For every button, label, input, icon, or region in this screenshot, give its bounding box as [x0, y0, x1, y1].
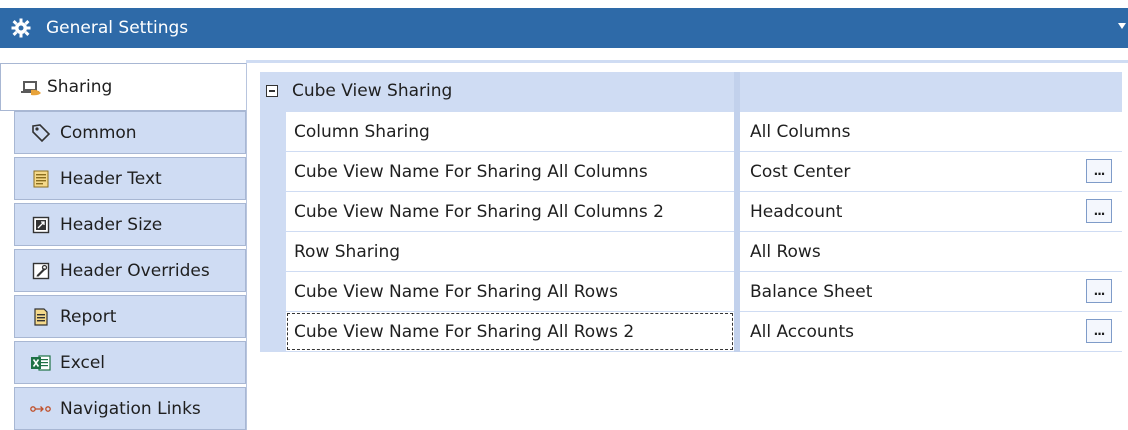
property-row[interactable]: Cube View Name For Sharing All Columns C…: [286, 152, 1122, 192]
sidebar-item-label: Sharing: [47, 77, 113, 97]
sidebar-item-label: Header Size: [60, 214, 163, 235]
sidebar-item-header-overrides[interactable]: Header Overrides: [14, 249, 246, 292]
report-icon: [30, 307, 52, 327]
browse-button[interactable]: ...: [1086, 319, 1112, 343]
property-row[interactable]: Cube View Name For Sharing All Rows 2 Al…: [286, 312, 1122, 352]
property-row[interactable]: Row Sharing All Rows: [286, 232, 1122, 272]
excel-icon: [30, 353, 52, 373]
tag-icon: [30, 123, 52, 143]
browse-button[interactable]: ...: [1086, 199, 1112, 223]
sidebar-item-excel[interactable]: Excel: [14, 341, 246, 384]
property-value-text: All Columns: [750, 121, 851, 142]
property-row[interactable]: Cube View Name For Sharing All Columns 2…: [286, 192, 1122, 232]
sharing-icon: [21, 77, 43, 97]
property-value[interactable]: All Accounts ...: [740, 312, 1122, 351]
property-value[interactable]: Cost Center ...: [740, 152, 1122, 191]
sidebar-item-label: Common: [60, 122, 137, 143]
content-top-divider: [246, 60, 1128, 63]
property-value[interactable]: Headcount ...: [740, 192, 1122, 231]
sidebar-item-navigation-links[interactable]: Navigation Links: [14, 387, 246, 430]
sidebar-item-common[interactable]: Common: [14, 111, 246, 154]
sidebar-item-sharing[interactable]: Sharing: [0, 63, 246, 111]
chevron-down-icon[interactable]: [1118, 23, 1126, 29]
header-overrides-icon: [30, 261, 52, 281]
property-value[interactable]: All Rows: [740, 232, 1122, 271]
title-bar: General Settings: [0, 8, 1128, 48]
panel-title: General Settings: [46, 18, 189, 38]
browse-button[interactable]: ...: [1086, 159, 1112, 183]
sidebar-item-label: Excel: [60, 352, 106, 373]
browse-button[interactable]: ...: [1086, 279, 1112, 303]
property-value[interactable]: All Columns: [740, 112, 1122, 151]
sidebar-item-label: Header Text: [60, 168, 162, 189]
property-value-text: All Accounts: [750, 321, 854, 342]
collapse-icon[interactable]: [266, 85, 278, 97]
sidebar-item-header-text[interactable]: Header Text: [14, 157, 246, 200]
property-name[interactable]: Cube View Name For Sharing All Rows: [286, 272, 734, 311]
header-size-icon: [30, 215, 52, 235]
property-grid: Cube View Sharing Column Sharing All Col…: [260, 72, 1122, 352]
property-row[interactable]: Cube View Name For Sharing All Rows Bala…: [286, 272, 1122, 312]
gear-icon: [10, 17, 32, 39]
sidebar-item-label: Header Overrides: [60, 260, 210, 281]
sidebar-item-header-size[interactable]: Header Size: [14, 203, 246, 246]
content-left-border: [246, 63, 247, 430]
sidebar-item-label: Report: [60, 306, 117, 327]
sidebar-item-label: Navigation Links: [60, 398, 201, 419]
property-value[interactable]: Balance Sheet ...: [740, 272, 1122, 311]
navigation-links-icon: [30, 399, 52, 419]
property-value-text: Balance Sheet: [750, 281, 873, 302]
category-row[interactable]: Cube View Sharing: [260, 72, 1122, 110]
property-row[interactable]: Column Sharing All Columns: [286, 112, 1122, 152]
property-value-text: All Rows: [750, 241, 821, 262]
property-name[interactable]: Column Sharing: [286, 112, 734, 151]
header-text-icon: [30, 169, 52, 189]
settings-sidebar: Sharing Common Header Text Header Size H…: [0, 63, 246, 430]
sidebar-item-report[interactable]: Report: [14, 295, 246, 338]
property-value-text: Headcount: [750, 201, 843, 222]
property-name[interactable]: Row Sharing: [286, 232, 734, 271]
property-value-text: Cost Center: [750, 161, 851, 182]
empty-grid-area: [260, 352, 1128, 430]
property-name[interactable]: Cube View Name For Sharing All Rows 2: [286, 312, 734, 351]
property-name[interactable]: Cube View Name For Sharing All Columns: [286, 152, 734, 191]
category-label: Cube View Sharing: [292, 81, 453, 101]
property-name[interactable]: Cube View Name For Sharing All Columns 2: [286, 192, 734, 231]
